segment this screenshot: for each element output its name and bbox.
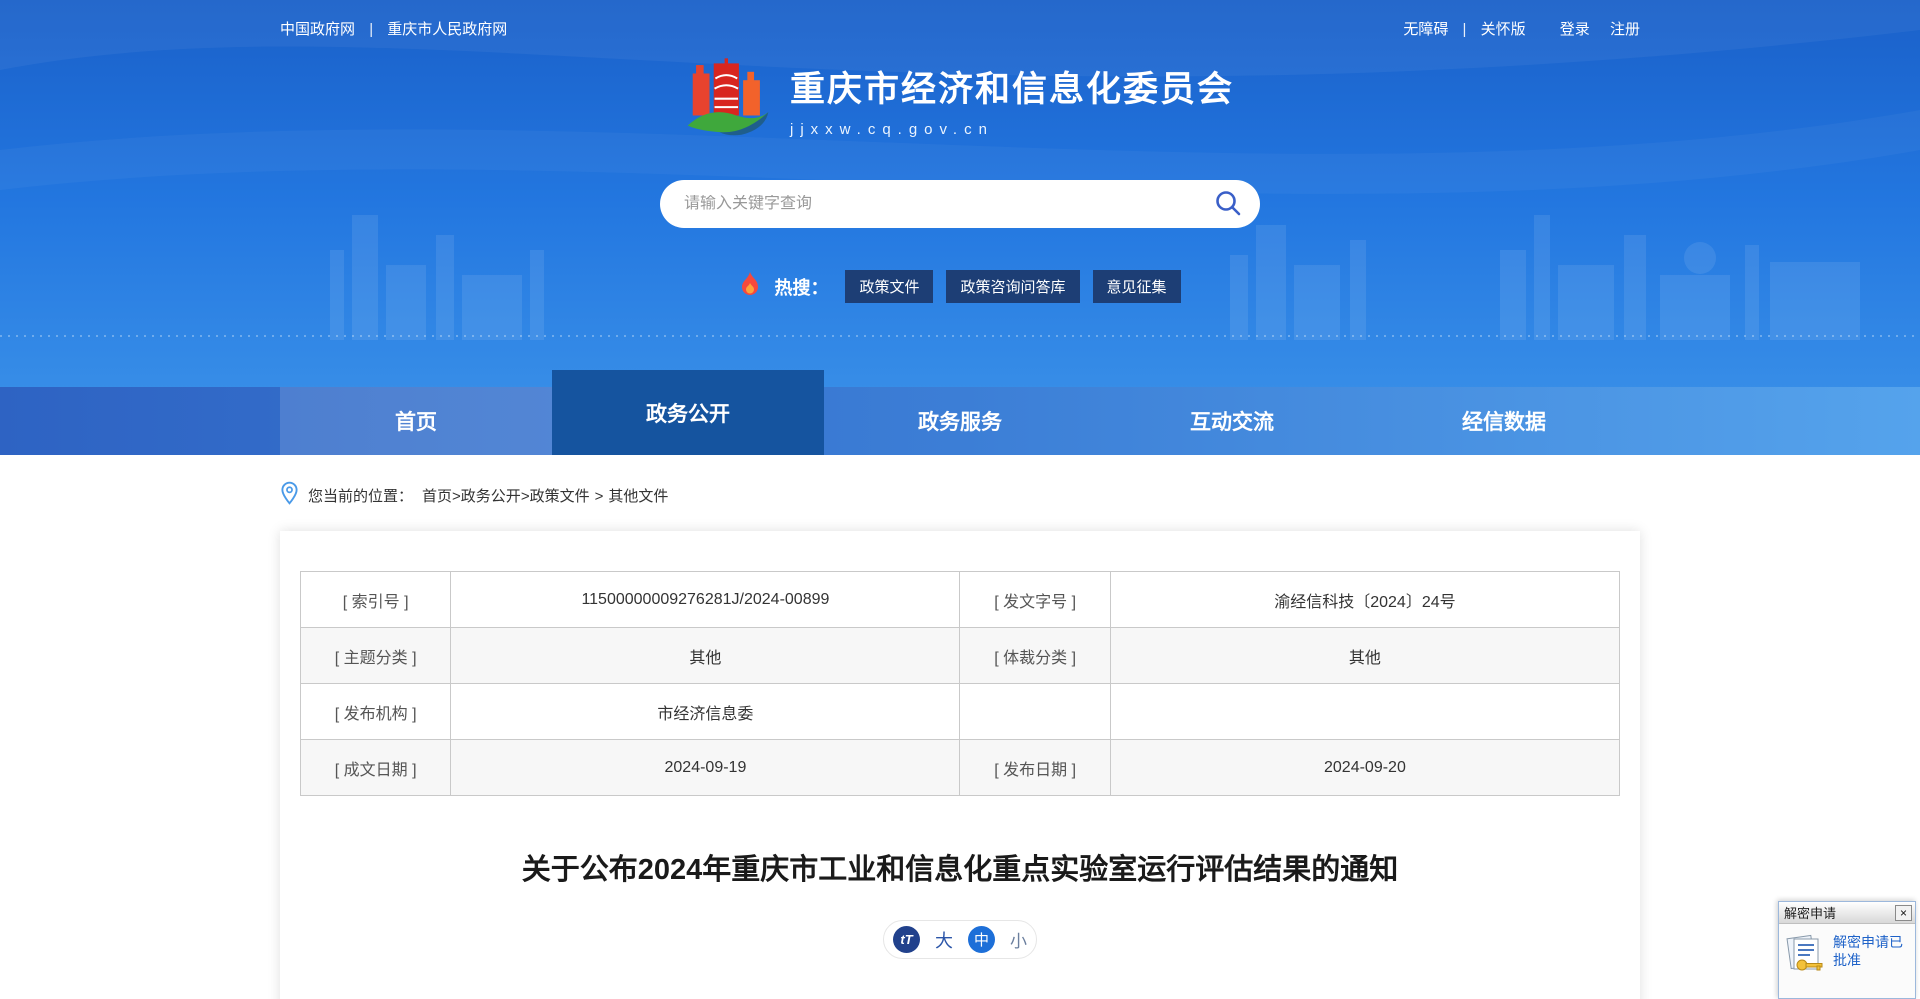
site-url: jjxxw.cq.gov.cn <box>790 121 1234 138</box>
login-link[interactable]: 登录 <box>1560 21 1590 38</box>
meta-value-genre: 其他 <box>1110 628 1619 684</box>
popup-title: 解密申请 <box>1784 903 1836 922</box>
meta-value-doc-number: 渝经信科技〔2024〕24号 <box>1110 572 1619 628</box>
search-icon <box>1214 189 1242 220</box>
top-bar-left: 中国政府网 | 重庆市人民政府网 <box>280 18 507 39</box>
close-icon[interactable]: × <box>1895 905 1912 921</box>
meta-label-publisher: [ 发布机构 ] <box>301 684 451 740</box>
chevron-separator: > <box>521 488 530 505</box>
breadcrumb-policy-files[interactable]: 政策文件 <box>530 488 590 505</box>
nav-item-label: 互动交流 <box>1190 406 1274 436</box>
chevron-separator: > <box>452 488 461 505</box>
chevron-separator: > <box>595 488 604 505</box>
location-pin-icon <box>280 481 299 509</box>
brand-text: 重庆市经济和信息化委员会 jjxxw.cq.gov.cn <box>790 61 1234 138</box>
site-logo <box>686 55 770 144</box>
nav-item-gov-services[interactable]: 政务服务 <box>824 387 1096 455</box>
breadcrumb: 您当前的位置： 首页>政务公开>政策文件>其他文件 <box>280 481 1640 509</box>
breadcrumb-other-files[interactable]: 其他文件 <box>608 488 668 505</box>
meta-value-publish-date: 2024-09-20 <box>1110 740 1619 796</box>
document-card: [ 索引号 ] 11500000009276281J/2024-00899 [ … <box>280 531 1640 999</box>
document-key-icon <box>1785 933 1827 982</box>
separator: | <box>369 21 373 38</box>
nav-item-label: 政务服务 <box>918 406 1002 436</box>
meta-value-topic: 其他 <box>451 628 960 684</box>
page: 中国政府网 | 重庆市人民政府网 无障碍 | 关怀版 登录 注册 <box>0 0 1920 999</box>
nav-item-label: 政务公开 <box>646 398 730 428</box>
register-link[interactable]: 注册 <box>1610 21 1640 38</box>
meta-value-index: 11500000009276281J/2024-00899 <box>451 572 960 628</box>
breadcrumb-gov-info[interactable]: 政务公开 <box>461 488 521 505</box>
search-button[interactable] <box>1214 189 1242 220</box>
separator: | <box>1463 21 1467 38</box>
table-row: [ 主题分类 ] 其他 [ 体裁分类 ] 其他 <box>301 628 1620 684</box>
breadcrumb-path: 首页>政务公开>政策文件>其他文件 <box>422 485 668 506</box>
doc-meta-table: [ 索引号 ] 11500000009276281J/2024-00899 [ … <box>300 571 1620 796</box>
meta-label-doc-number: [ 发文字号 ] <box>960 572 1110 628</box>
meta-label-empty <box>960 684 1110 740</box>
link-care-version[interactable]: 关怀版 <box>1481 21 1526 38</box>
brand: 重庆市经济和信息化委员会 jjxxw.cq.gov.cn <box>0 55 1920 144</box>
popup-title-bar: 解密申请 × <box>1779 902 1915 924</box>
breadcrumb-prefix: 您当前的位置： <box>308 485 413 506</box>
site-header: 中国政府网 | 重庆市人民政府网 无障碍 | 关怀版 登录 注册 <box>0 0 1920 455</box>
main-content: 您当前的位置： 首页>政务公开>政策文件>其他文件 [ 索引号 ] 115000… <box>280 481 1640 999</box>
nav-item-home[interactable]: 首页 <box>280 387 552 455</box>
hot-link-policy-files[interactable]: 政策文件 <box>845 270 933 303</box>
font-size-widget: tT 大 中 小 <box>883 920 1037 959</box>
font-large-button[interactable]: 大 <box>935 927 953 953</box>
nav-item-interaction[interactable]: 互动交流 <box>1096 387 1368 455</box>
nav-item-gov-info[interactable]: 政务公开 <box>552 370 824 455</box>
nav-item-label: 经信数据 <box>1462 406 1546 436</box>
hot-link-opinion-collection[interactable]: 意见征集 <box>1093 270 1181 303</box>
font-medium-button[interactable]: 中 <box>968 926 995 953</box>
top-bar: 中国政府网 | 重庆市人民政府网 无障碍 | 关怀版 登录 注册 <box>280 0 1640 39</box>
document-title: 关于公布2024年重庆市工业和信息化重点实验室运行评估结果的通知 <box>300 846 1620 888</box>
decrypt-popup: 解密申请 × 解密申请已批准 <box>1778 901 1916 999</box>
hot-link-policy-qa[interactable]: 政策咨询问答库 <box>946 270 1079 303</box>
meta-label-index: [ 索引号 ] <box>301 572 451 628</box>
search-box <box>660 180 1260 228</box>
meta-value-empty <box>1110 684 1619 740</box>
popup-body: 解密申请已批准 <box>1779 924 1915 998</box>
hot-search-row: 热搜： 政策文件 政策咨询问答库 意见征集 <box>0 270 1920 303</box>
site-title: 重庆市经济和信息化委员会 <box>790 61 1234 112</box>
meta-label-genre: [ 体裁分类 ] <box>960 628 1110 684</box>
decrypt-status-link[interactable]: 解密申请已批准 <box>1833 933 1910 969</box>
link-cq-people-gov[interactable]: 重庆市人民政府网 <box>387 21 507 38</box>
breadcrumb-home[interactable]: 首页 <box>422 488 452 505</box>
link-accessibility[interactable]: 无障碍 <box>1403 21 1448 38</box>
meta-label-publish-date: [ 发布日期 ] <box>960 740 1110 796</box>
font-size-icon: tT <box>893 926 920 953</box>
meta-label-topic: [ 主题分类 ] <box>301 628 451 684</box>
meta-value-publisher: 市经济信息委 <box>451 684 960 740</box>
table-row: [ 索引号 ] 11500000009276281J/2024-00899 [ … <box>301 572 1620 628</box>
flame-icon <box>739 271 761 302</box>
table-row: [ 成文日期 ] 2024-09-19 [ 发布日期 ] 2024-09-20 <box>301 740 1620 796</box>
search-input[interactable] <box>684 195 1214 213</box>
nav-item-label: 首页 <box>395 406 437 436</box>
search-row <box>0 180 1920 228</box>
main-nav: 首页 政务公开 政务服务 互动交流 经信数据 <box>0 387 1920 455</box>
nav-item-data[interactable]: 经信数据 <box>1368 387 1640 455</box>
top-bar-right: 无障碍 | 关怀版 登录 注册 <box>1403 18 1640 39</box>
link-china-gov[interactable]: 中国政府网 <box>280 21 355 38</box>
hot-search-label: 热搜： <box>774 274 828 300</box>
table-row: [ 发布机构 ] 市经济信息委 <box>301 684 1620 740</box>
font-small-button[interactable]: 小 <box>1010 927 1027 952</box>
meta-label-written-date: [ 成文日期 ] <box>301 740 451 796</box>
meta-value-written-date: 2024-09-19 <box>451 740 960 796</box>
